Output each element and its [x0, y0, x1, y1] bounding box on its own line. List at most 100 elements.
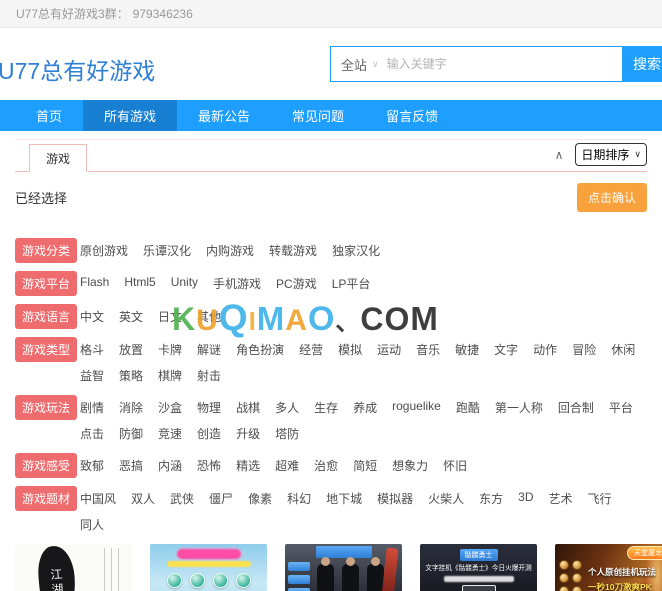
filter-item[interactable]: 射击	[195, 367, 223, 384]
filter-item[interactable]: 超难	[273, 457, 301, 474]
filter-item[interactable]: 养成	[351, 399, 379, 416]
search-scope-dropdown[interactable]: 全站 ∨	[341, 55, 379, 74]
filter-item[interactable]: 冒险	[570, 341, 598, 358]
filter-item[interactable]: 日文	[156, 308, 184, 325]
confirm-button[interactable]: 点击确认	[576, 182, 647, 212]
filter-item[interactable]: 转载游戏	[267, 242, 319, 259]
filter-item[interactable]: 怀旧	[441, 457, 469, 474]
game-thumbnail-legend[interactable]: 天堂屠龙 个人原创挂机玩法 一秒10刀激爽PK 世界BOSS夺宝	[555, 544, 662, 591]
gold-circle	[572, 573, 582, 583]
filter-item[interactable]: 益智	[78, 367, 106, 384]
filter-item[interactable]: 乐谭汉化	[141, 242, 193, 259]
filter-badge: 游戏感受	[15, 453, 78, 478]
filter-item[interactable]: Html5	[122, 275, 157, 292]
filter-item[interactable]: 竞速	[156, 425, 184, 442]
filter-item[interactable]: 运动	[375, 341, 403, 358]
filter-item[interactable]: 战棋	[234, 399, 262, 416]
filter-item[interactable]: 飞行	[586, 490, 614, 507]
filter-item[interactable]: 解谜	[195, 341, 223, 358]
filter-item[interactable]: 模拟器	[375, 490, 415, 507]
filter-item[interactable]: 防御	[117, 425, 145, 442]
filter-item[interactable]: 其他	[195, 308, 223, 325]
filter-item[interactable]: 平台	[607, 399, 635, 416]
filter-badge: 游戏语言	[15, 304, 78, 329]
filter-item[interactable]: 回合制	[556, 399, 596, 416]
filter-item[interactable]: 模拟	[336, 341, 364, 358]
tab-games[interactable]: 游戏	[29, 144, 88, 172]
filter-item[interactable]: 文字	[492, 341, 520, 358]
game-thumbnail-cultivation[interactable]	[150, 544, 267, 591]
filter-item[interactable]: 恶搞	[117, 457, 145, 474]
filter-item[interactable]: 内涵	[156, 457, 184, 474]
game-thumbnail-skeleton[interactable]: 骷髅勇士 文字挂机《骷髅勇士》今日火爆开测	[420, 544, 537, 591]
filter-item[interactable]: 治愈	[312, 457, 340, 474]
filter-item[interactable]: 创造	[195, 425, 223, 442]
filter-item[interactable]: Unity	[169, 275, 200, 292]
filter-item[interactable]: 多人	[273, 399, 301, 416]
filter-item[interactable]: 像素	[246, 490, 274, 507]
search-input[interactable]	[384, 56, 612, 72]
collapse-icon[interactable]: ∧	[555, 149, 564, 161]
filter-item[interactable]: 科幻	[285, 490, 313, 507]
nav-item-3[interactable]: 常见问题	[271, 100, 365, 131]
nav-item-0[interactable]: 首页	[15, 100, 83, 131]
filter-item[interactable]: 卡牌	[156, 341, 184, 358]
filter-item[interactable]: 沙盒	[156, 399, 184, 416]
filter-item[interactable]: 简短	[351, 457, 379, 474]
filter-item[interactable]: 内购游戏	[204, 242, 256, 259]
filter-item[interactable]: 剧情	[78, 399, 106, 416]
nav-item-1[interactable]: 所有游戏	[83, 100, 178, 131]
filter-item[interactable]: 升级	[234, 425, 262, 442]
filter-item[interactable]: 中文	[78, 308, 106, 325]
filter-item[interactable]: 火柴人	[426, 490, 466, 507]
filter-item[interactable]: 休闲	[609, 341, 637, 358]
filter-item[interactable]: 消除	[117, 399, 145, 416]
filter-item[interactable]: LP平台	[330, 275, 373, 292]
filter-item[interactable]: 独家汉化	[330, 242, 382, 259]
game-thumbnail-inkwash[interactable]: 江湖	[15, 544, 132, 591]
filter-item[interactable]: 东方	[477, 490, 505, 507]
filter-item[interactable]: 格斗	[78, 341, 106, 358]
filter-item[interactable]: 塔防	[273, 425, 301, 442]
filter-item[interactable]: 僵尸	[207, 490, 235, 507]
filter-item[interactable]: Flash	[78, 275, 111, 292]
filter-item[interactable]: 同人	[78, 516, 106, 533]
filter-item[interactable]: 角色扮演	[234, 341, 286, 358]
filter-item[interactable]: 棋牌	[156, 367, 184, 384]
filter-item[interactable]: 中国风	[78, 490, 118, 507]
search-button[interactable]: 搜索	[623, 46, 662, 82]
sort-select[interactable]: 日期排序 ∨	[575, 143, 647, 166]
filter-item[interactable]: 物理	[195, 399, 223, 416]
filter-item[interactable]: 地下城	[324, 490, 364, 507]
filter-item[interactable]: roguelike	[390, 399, 443, 416]
filter-item[interactable]: 恐怖	[195, 457, 223, 474]
filter-item[interactable]: 跑酷	[454, 399, 482, 416]
pink-title-bar	[176, 549, 241, 559]
filter-item[interactable]: 3D	[516, 490, 535, 507]
filter-item[interactable]: 生存	[312, 399, 340, 416]
filter-item[interactable]: 点击	[78, 425, 106, 442]
filter-item[interactable]: 音乐	[414, 341, 442, 358]
filter-item[interactable]: 动作	[531, 341, 559, 358]
filter-item[interactable]: 英文	[117, 308, 145, 325]
site-logo[interactable]: U77总有好游戏	[0, 52, 155, 86]
filter-item[interactable]: 经营	[297, 341, 325, 358]
filter-item[interactable]: PC游戏	[274, 275, 319, 292]
nav-item-2[interactable]: 最新公告	[177, 100, 271, 131]
filter-item[interactable]: 双人	[129, 490, 157, 507]
filter-item[interactable]: 想象力	[390, 457, 430, 474]
filter-item[interactable]: 敏捷	[453, 341, 481, 358]
topbar: U77总有好游戏3群： 979346236	[0, 0, 662, 28]
filter-item[interactable]: 放置	[117, 341, 145, 358]
filter-item[interactable]: 第一人称	[493, 399, 545, 416]
filter-item[interactable]: 精选	[234, 457, 262, 474]
game-thumbnail-gangster[interactable]	[285, 544, 402, 591]
nav-item-4[interactable]: 留言反馈	[365, 100, 459, 131]
main: 游戏 ∧ 日期排序 ∨ 已经选择 点击确认 游戏分类 原创游戏 乐谭汉化 内购游戏 转载…	[0, 139, 662, 591]
filter-item[interactable]: 致郁	[78, 457, 106, 474]
filter-item[interactable]: 手机游戏	[211, 275, 263, 292]
filter-item[interactable]: 策略	[117, 367, 145, 384]
filter-item[interactable]: 原创游戏	[78, 242, 130, 259]
filter-item[interactable]: 艺术	[547, 490, 575, 507]
filter-item[interactable]: 武侠	[168, 490, 196, 507]
